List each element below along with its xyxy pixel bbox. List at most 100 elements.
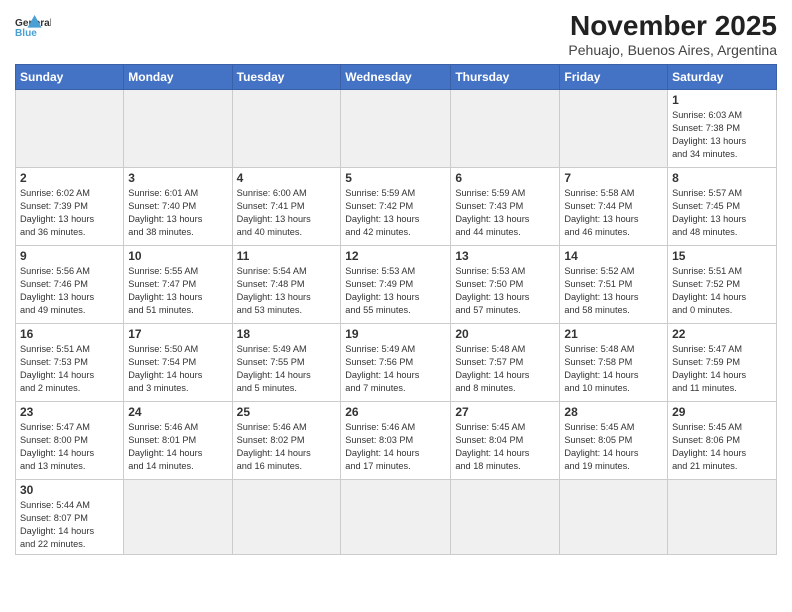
day-cell: 24 Sunrise: 5:46 AM Sunset: 8:01 PM Dayli… bbox=[124, 402, 232, 480]
day-cell: 20 Sunrise: 5:48 AM Sunset: 7:57 PM Dayli… bbox=[451, 324, 560, 402]
day-cell bbox=[668, 480, 777, 555]
day-cell: 18Sunrise: 5:49 AM Sunset: 7:55 PM Dayli… bbox=[232, 324, 341, 402]
day-number: 6 bbox=[455, 171, 555, 185]
week-row-6: 30 Sunrise: 5:44 AM Sunset: 8:07 PM Dayli… bbox=[16, 480, 777, 555]
day-cell bbox=[560, 480, 668, 555]
day-info: Sunrise: 5:47 AM Sunset: 7:59 PM Dayligh… bbox=[672, 343, 772, 395]
weekday-header-row: SundayMondayTuesdayWednesdayThursdayFrid… bbox=[16, 65, 777, 90]
weekday-header-thursday: Thursday bbox=[451, 65, 560, 90]
day-cell: 16Sunrise: 5:51 AM Sunset: 7:53 PM Dayli… bbox=[16, 324, 124, 402]
day-number: 29 bbox=[672, 405, 772, 419]
title-area: November 2025 Pehuajo, Buenos Aires, Arg… bbox=[568, 10, 777, 58]
day-cell: 25 Sunrise: 5:46 AM Sunset: 8:02 PM Dayli… bbox=[232, 402, 341, 480]
day-cell bbox=[124, 90, 232, 168]
day-number: 14 bbox=[564, 249, 663, 263]
day-cell: 28 Sunrise: 5:45 AM Sunset: 8:05 PM Dayli… bbox=[560, 402, 668, 480]
day-number: 4 bbox=[237, 171, 337, 185]
day-number: 3 bbox=[128, 171, 227, 185]
day-cell: 13 Sunrise: 5:53 AM Sunset: 7:50 PM Dayli… bbox=[451, 246, 560, 324]
day-number: 26 bbox=[345, 405, 446, 419]
day-number: 27 bbox=[455, 405, 555, 419]
day-info: Sunrise: 5:54 AM Sunset: 7:48 PM Dayligh… bbox=[237, 265, 337, 317]
day-cell: 26Sunrise: 5:46 AM Sunset: 8:03 PM Dayli… bbox=[341, 402, 451, 480]
day-number: 17 bbox=[128, 327, 227, 341]
day-number: 5 bbox=[345, 171, 446, 185]
day-info: Sunrise: 5:59 AM Sunset: 7:42 PM Dayligh… bbox=[345, 187, 446, 239]
day-cell: 23Sunrise: 5:47 AM Sunset: 8:00 PM Dayli… bbox=[16, 402, 124, 480]
weekday-header-tuesday: Tuesday bbox=[232, 65, 341, 90]
day-number: 18 bbox=[237, 327, 337, 341]
day-cell: 22Sunrise: 5:47 AM Sunset: 7:59 PM Dayli… bbox=[668, 324, 777, 402]
day-info: Sunrise: 5:45 AM Sunset: 8:05 PM Dayligh… bbox=[564, 421, 663, 473]
day-cell: 10 Sunrise: 5:55 AM Sunset: 7:47 PM Dayli… bbox=[124, 246, 232, 324]
weekday-header-wednesday: Wednesday bbox=[341, 65, 451, 90]
day-cell bbox=[124, 480, 232, 555]
header: General Blue November 2025 Pehuajo, Buen… bbox=[15, 10, 777, 58]
day-number: 30 bbox=[20, 483, 119, 497]
weekday-header-sunday: Sunday bbox=[16, 65, 124, 90]
day-number: 7 bbox=[564, 171, 663, 185]
svg-text:Blue: Blue bbox=[15, 28, 37, 39]
day-number: 11 bbox=[237, 249, 337, 263]
day-number: 24 bbox=[128, 405, 227, 419]
day-info: Sunrise: 5:58 AM Sunset: 7:44 PM Dayligh… bbox=[564, 187, 663, 239]
day-info: Sunrise: 5:45 AM Sunset: 8:04 PM Dayligh… bbox=[455, 421, 555, 473]
day-cell bbox=[232, 90, 341, 168]
day-info: Sunrise: 5:55 AM Sunset: 7:47 PM Dayligh… bbox=[128, 265, 227, 317]
day-cell: 6 Sunrise: 5:59 AM Sunset: 7:43 PM Daylig… bbox=[451, 168, 560, 246]
day-info: Sunrise: 5:59 AM Sunset: 7:43 PM Dayligh… bbox=[455, 187, 555, 239]
day-info: Sunrise: 5:48 AM Sunset: 7:58 PM Dayligh… bbox=[564, 343, 663, 395]
day-info: Sunrise: 5:49 AM Sunset: 7:56 PM Dayligh… bbox=[345, 343, 446, 395]
day-info: Sunrise: 5:46 AM Sunset: 8:02 PM Dayligh… bbox=[237, 421, 337, 473]
day-number: 20 bbox=[455, 327, 555, 341]
day-number: 10 bbox=[128, 249, 227, 263]
day-info: Sunrise: 5:46 AM Sunset: 8:01 PM Dayligh… bbox=[128, 421, 227, 473]
day-cell: 15Sunrise: 5:51 AM Sunset: 7:52 PM Dayli… bbox=[668, 246, 777, 324]
day-cell bbox=[232, 480, 341, 555]
location: Pehuajo, Buenos Aires, Argentina bbox=[568, 42, 777, 58]
day-number: 25 bbox=[237, 405, 337, 419]
day-number: 13 bbox=[455, 249, 555, 263]
day-number: 15 bbox=[672, 249, 772, 263]
day-info: Sunrise: 5:56 AM Sunset: 7:46 PM Dayligh… bbox=[20, 265, 119, 317]
day-info: Sunrise: 5:47 AM Sunset: 8:00 PM Dayligh… bbox=[20, 421, 119, 473]
day-cell: 19 Sunrise: 5:49 AM Sunset: 7:56 PM Dayli… bbox=[341, 324, 451, 402]
day-cell: 17Sunrise: 5:50 AM Sunset: 7:54 PM Dayli… bbox=[124, 324, 232, 402]
day-number: 21 bbox=[564, 327, 663, 341]
day-number: 28 bbox=[564, 405, 663, 419]
weekday-header-monday: Monday bbox=[124, 65, 232, 90]
day-cell: 12 Sunrise: 5:53 AM Sunset: 7:49 PM Dayli… bbox=[341, 246, 451, 324]
weekday-header-friday: Friday bbox=[560, 65, 668, 90]
day-info: Sunrise: 5:53 AM Sunset: 7:50 PM Dayligh… bbox=[455, 265, 555, 317]
month-title: November 2025 bbox=[568, 10, 777, 42]
week-row-2: 2Sunrise: 6:02 AM Sunset: 7:39 PM Daylig… bbox=[16, 168, 777, 246]
day-number: 12 bbox=[345, 249, 446, 263]
day-cell: 5 Sunrise: 5:59 AM Sunset: 7:42 PM Daylig… bbox=[341, 168, 451, 246]
day-info: Sunrise: 5:52 AM Sunset: 7:51 PM Dayligh… bbox=[564, 265, 663, 317]
week-row-5: 23Sunrise: 5:47 AM Sunset: 8:00 PM Dayli… bbox=[16, 402, 777, 480]
day-info: Sunrise: 5:44 AM Sunset: 8:07 PM Dayligh… bbox=[20, 499, 119, 551]
day-cell bbox=[341, 90, 451, 168]
calendar: SundayMondayTuesdayWednesdayThursdayFrid… bbox=[15, 64, 777, 555]
day-cell: 27 Sunrise: 5:45 AM Sunset: 8:04 PM Dayli… bbox=[451, 402, 560, 480]
day-number: 16 bbox=[20, 327, 119, 341]
day-cell: 4 Sunrise: 6:00 AM Sunset: 7:41 PM Daylig… bbox=[232, 168, 341, 246]
day-info: Sunrise: 6:01 AM Sunset: 7:40 PM Dayligh… bbox=[128, 187, 227, 239]
day-number: 19 bbox=[345, 327, 446, 341]
day-cell: 8Sunrise: 5:57 AM Sunset: 7:45 PM Daylig… bbox=[668, 168, 777, 246]
page: General Blue November 2025 Pehuajo, Buen… bbox=[0, 0, 792, 565]
day-info: Sunrise: 5:48 AM Sunset: 7:57 PM Dayligh… bbox=[455, 343, 555, 395]
day-info: Sunrise: 6:03 AM Sunset: 7:38 PM Dayligh… bbox=[672, 109, 772, 161]
day-cell: 29 Sunrise: 5:45 AM Sunset: 8:06 PM Dayli… bbox=[668, 402, 777, 480]
day-info: Sunrise: 5:45 AM Sunset: 8:06 PM Dayligh… bbox=[672, 421, 772, 473]
day-cell bbox=[16, 90, 124, 168]
day-info: Sunrise: 5:53 AM Sunset: 7:49 PM Dayligh… bbox=[345, 265, 446, 317]
day-number: 2 bbox=[20, 171, 119, 185]
day-number: 1 bbox=[672, 93, 772, 107]
day-cell bbox=[451, 90, 560, 168]
week-row-1: 1 Sunrise: 6:03 AM Sunset: 7:38 PM Daylig… bbox=[16, 90, 777, 168]
logo: General Blue bbox=[15, 10, 51, 46]
week-row-4: 16Sunrise: 5:51 AM Sunset: 7:53 PM Dayli… bbox=[16, 324, 777, 402]
weekday-header-saturday: Saturday bbox=[668, 65, 777, 90]
day-info: Sunrise: 6:00 AM Sunset: 7:41 PM Dayligh… bbox=[237, 187, 337, 239]
